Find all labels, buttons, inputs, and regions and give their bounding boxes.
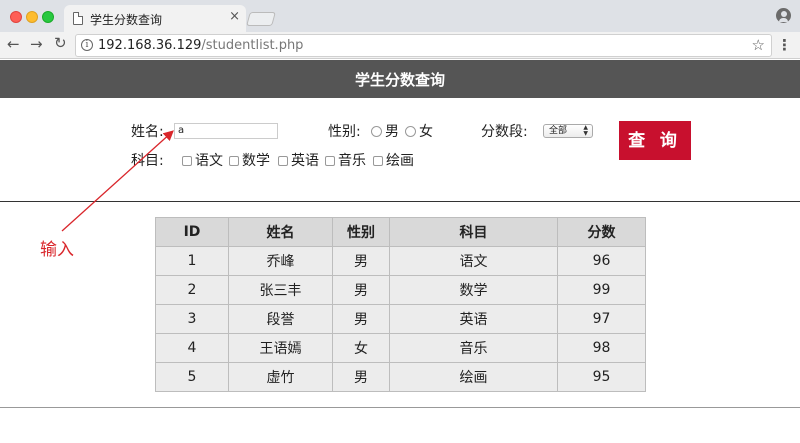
close-window-icon[interactable]: [10, 11, 22, 23]
table-cell: 王语嫣: [228, 333, 333, 363]
page-body: 学生分数查询 姓名: a 性别: 男 女 分数段: 全部 ▲ ▼ 查 询 科目: …: [0, 60, 800, 443]
address-bar[interactable]: i 192.168.36.129/studentlist.php ☆: [75, 34, 772, 57]
score-range-value: 全部: [549, 126, 568, 136]
table-cell: 男: [332, 246, 390, 276]
minimize-window-icon[interactable]: [26, 11, 38, 23]
column-header: 性别: [332, 217, 390, 247]
column-header: 分数: [557, 217, 646, 247]
back-arrow-icon[interactable]: ←: [7, 35, 20, 53]
name-input[interactable]: a: [174, 123, 278, 139]
table-cell: 段誉: [228, 304, 333, 334]
table-cell: 1: [155, 246, 229, 276]
subject-checkbox-painting[interactable]: [373, 156, 383, 166]
table-cell: 男: [332, 362, 390, 392]
bookmark-star-icon[interactable]: ☆: [752, 36, 765, 54]
subject-label-chinese: 语文: [195, 153, 223, 169]
subject-label-music: 音乐: [338, 153, 366, 169]
gender-male-radio[interactable]: [371, 126, 382, 137]
select-arrows-icon: ▲ ▼: [583, 124, 588, 137]
gender-female-radio[interactable]: [405, 126, 416, 137]
browser-toolbar: ← → ↻ i 192.168.36.129/studentlist.php ☆…: [0, 32, 800, 59]
subject-checkbox-english[interactable]: [278, 156, 288, 166]
table-cell: 3: [155, 304, 229, 334]
gender-label: 性别:: [328, 124, 361, 140]
tab-title: 学生分数查询: [90, 13, 163, 27]
table-cell: 乔峰: [228, 246, 333, 276]
table-cell: 95: [557, 362, 646, 392]
subject-checkbox-chinese[interactable]: [182, 156, 192, 166]
table-row: 3 段誉 男 英语 97: [155, 304, 646, 334]
document-icon: [73, 12, 83, 25]
name-label: 姓名:: [131, 124, 164, 140]
table-cell: 女: [332, 333, 390, 363]
table-cell: 音乐: [389, 333, 558, 363]
table-cell: 99: [557, 275, 646, 305]
account-icon[interactable]: [776, 8, 791, 23]
new-tab-button[interactable]: [246, 12, 276, 26]
table-cell: 男: [332, 304, 390, 334]
table-row: 2 张三丰 男 数学 99: [155, 275, 646, 305]
score-range-label: 分数段:: [481, 124, 528, 140]
tab-close-icon[interactable]: ×: [229, 9, 240, 24]
url-path: /studentlist.php: [201, 38, 304, 53]
table-cell: 97: [557, 304, 646, 334]
table-cell: 男: [332, 275, 390, 305]
subject-label: 科目:: [131, 153, 164, 169]
table-row: 1 乔峰 男 语文 96: [155, 246, 646, 276]
table-cell: 虚竹: [228, 362, 333, 392]
form-divider: [0, 201, 800, 202]
gender-male-label: 男: [385, 124, 399, 140]
results-table: ID 姓名 性别 科目 分数 1 乔峰 男 语文 96 2 张三丰 男 数学 9…: [155, 217, 646, 392]
url-host: 192.168.36.129: [98, 38, 202, 53]
table-row: 5 虚竹 男 绘画 95: [155, 362, 646, 392]
table-cell: 5: [155, 362, 229, 392]
table-cell: 数学: [389, 275, 558, 305]
browser-tab[interactable]: 学生分数查询 ×: [64, 5, 246, 32]
column-header: 姓名: [228, 217, 333, 247]
gender-female-label: 女: [419, 124, 433, 140]
table-cell: 4: [155, 333, 229, 363]
page-header: 学生分数查询: [0, 60, 800, 98]
subject-checkbox-music[interactable]: [325, 156, 335, 166]
browser-menu-icon[interactable]: ⋮: [777, 36, 792, 55]
annotation-text: 输入: [40, 240, 74, 260]
table-cell: 张三丰: [228, 275, 333, 305]
footer-divider: [0, 407, 800, 408]
table-cell: 英语: [389, 304, 558, 334]
info-icon[interactable]: i: [81, 39, 93, 51]
page-title: 学生分数查询: [354, 71, 445, 89]
subject-checkbox-math[interactable]: [229, 156, 239, 166]
table-cell: 96: [557, 246, 646, 276]
subject-label-math: 数学: [242, 153, 270, 169]
query-button[interactable]: 查 询: [619, 121, 691, 160]
score-range-select[interactable]: 全部 ▲ ▼: [543, 124, 593, 138]
subject-label-painting: 绘画: [386, 153, 414, 169]
search-form: 姓名: a 性别: 男 女 分数段: 全部 ▲ ▼ 查 询 科目: 语文 数学 英…: [0, 98, 800, 201]
subject-label-english: 英语: [291, 153, 319, 169]
table-header-row: ID 姓名 性别 科目 分数: [155, 217, 646, 247]
table-cell: 绘画: [389, 362, 558, 392]
forward-arrow-icon[interactable]: →: [30, 35, 43, 53]
column-header: ID: [155, 217, 229, 247]
table-cell: 语文: [389, 246, 558, 276]
browser-tabstrip: 学生分数查询 ×: [0, 0, 800, 32]
url-text[interactable]: 192.168.36.129/studentlist.php: [98, 38, 303, 53]
table-cell: 98: [557, 333, 646, 363]
column-header: 科目: [389, 217, 558, 247]
table-cell: 2: [155, 275, 229, 305]
reload-icon[interactable]: ↻: [54, 34, 67, 52]
table-row: 4 王语嫣 女 音乐 98: [155, 333, 646, 363]
results-table-wrap: ID 姓名 性别 科目 分数 1 乔峰 男 语文 96 2 张三丰 男 数学 9…: [155, 217, 646, 392]
maximize-window-icon[interactable]: [42, 11, 54, 23]
